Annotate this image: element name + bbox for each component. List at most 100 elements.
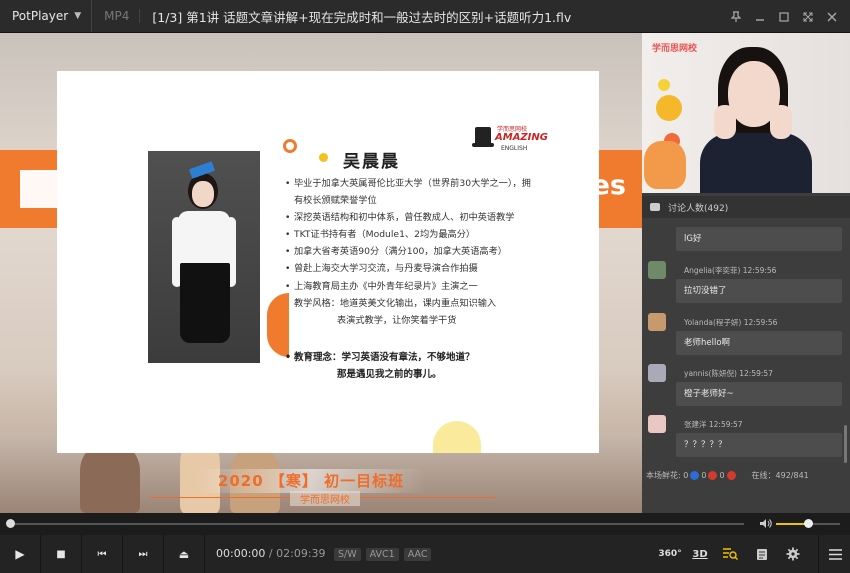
teacher-camera: 学而思网校 — [642, 33, 850, 193]
settings-button[interactable] — [783, 544, 803, 564]
flower-count-3: 0 — [719, 470, 725, 480]
avatar[interactable] — [648, 415, 666, 433]
window-title: [1/3] 第1讲 话题文章讲解+现在完成时和一般过去时的区别+话题听力1.fl… — [152, 9, 572, 25]
blue-flower-icon[interactable] — [690, 470, 700, 480]
current-time: 00:00:00 — [216, 547, 266, 560]
red-flower-icon[interactable] — [708, 470, 718, 480]
fox-sticker — [644, 141, 686, 189]
bio-item: 教学风格：地道英美文化输出，课内重点知识输入 — [285, 295, 585, 312]
volume-handle[interactable] — [804, 519, 813, 528]
message-meta: yannis(陈妍倪) 12:59:57 — [684, 369, 773, 378]
close-icon[interactable] — [820, 5, 844, 29]
bio-item: 有校长颁赋荣誉学位 — [294, 195, 377, 207]
menu-button[interactable] — [826, 544, 844, 564]
previous-button[interactable]: ⏮ — [82, 535, 123, 573]
message-bubble: 橙子老师好~ — [676, 382, 842, 406]
bio-item: 曾赴上海交大学习交流，与丹麦导演合作拍摄 — [285, 260, 585, 277]
chat-count: 讨论人数(492) — [668, 203, 729, 214]
seek-handle[interactable] — [6, 519, 15, 528]
playlist-button[interactable] — [752, 544, 772, 564]
flower-count-1: 0 — [683, 470, 689, 480]
amazing-english-logo: 学而思网校 AMAZING ENGLISH — [472, 121, 548, 155]
bio-item: 加拿大省考英语90分（满分100，加拿大英语高考） — [285, 243, 585, 260]
chat-icon — [650, 203, 660, 211]
message-meta: Yolanda(程子妍) 12:59:56 — [684, 318, 778, 327]
time-display: 00:00:00 / 02:09:39 S/W AVC1 AAC — [216, 547, 432, 561]
app-name: PotPlayer — [12, 9, 69, 23]
minimize-icon[interactable] — [748, 5, 772, 29]
teacher-name: 吴晨晨 — [343, 152, 400, 172]
control-bar: ▶ ■ ⏮ ⏭ ⏏ 00:00:00 / 02:09:39 S/W AVC1 AAC… — [0, 535, 850, 573]
teacher-bio-list: 毕业于加拿大英属哥伦比亚大学（世界前30大学之一），拥有校长颁赋荣誉学位深挖英语… — [285, 175, 585, 329]
gear-icon — [786, 547, 800, 561]
eject-icon: ⏏ — [178, 547, 190, 561]
online-count: 在线：492/841 — [751, 470, 809, 480]
playlist-search-icon — [723, 548, 738, 561]
philosophy-line-2: 那是遇见我之前的事儿。 — [337, 369, 442, 380]
avatar[interactable] — [648, 313, 666, 331]
rose-icon[interactable] — [726, 470, 736, 480]
title-bar: PotPlayer ▼ MP4 [1/3] 第1讲 话题文章讲解+现在完成时和一… — [0, 0, 850, 33]
3d-button[interactable]: 3D — [690, 544, 710, 564]
play-button[interactable]: ▶ — [0, 535, 41, 573]
chat-footer: 本场鲜花: 0 0 0 在线：492/841 — [642, 465, 850, 485]
360-button[interactable]: 360° — [658, 544, 682, 564]
slide: 吴晨晨 学而思网校 AMAZING ENGLISH 毕业于加拿大英属哥伦比亚大学… — [57, 71, 599, 453]
teaching-philosophy: 教育理念：学习英语没有章法，不够地道？ 那是遇见我之前的事儿。 — [285, 349, 475, 383]
app-menu-button[interactable]: PotPlayer ▼ — [0, 0, 93, 32]
bio-item: TKT证书持有者（Module1、2均为最高分） — [285, 226, 585, 243]
video-area[interactable]: es 2020 【寒】 初一目标班 学而思网校 吴晨晨 学而思网校 AMAZIN… — [0, 33, 642, 513]
3d-icon: 3D — [692, 548, 708, 560]
playlist-search-button[interactable] — [720, 544, 740, 564]
bio-item: 深挖英语结构和初中体系，曾任教成人、初中英语教学 — [285, 209, 585, 226]
bio-item: 表演式教学，让你笑着学干货 — [337, 314, 457, 326]
flower-count-2: 0 — [701, 470, 707, 480]
tag-video-codec[interactable]: AVC1 — [365, 548, 399, 561]
message-bubble: ？？？？？ — [676, 433, 842, 457]
message-meta: Angelia(李奕菲) 12:59:56 — [684, 266, 777, 275]
decor-semicircle — [433, 421, 481, 453]
chevron-down-icon: ▼ — [74, 11, 82, 21]
camera-logo: 学而思网校 — [652, 44, 698, 54]
hamburger-icon — [828, 548, 842, 560]
stop-button[interactable]: ■ — [41, 535, 82, 573]
format-label: MP4 — [92, 9, 141, 23]
message-bubble: 拉切没错了 — [676, 279, 842, 303]
message-bubble: lG好 — [676, 227, 842, 251]
previous-icon: ⏮ — [97, 548, 107, 560]
philosophy-line-1: 教育理念：学习英语没有章法，不够地道？ — [285, 349, 475, 366]
bio-item: 毕业于加拿大英属哥伦比亚大学（世界前30大学之一），拥 — [285, 175, 585, 192]
playlist-icon — [757, 548, 767, 560]
bio-item: 上海教育局主办《中外青年纪录片》主演之一 — [285, 278, 585, 295]
fullscreen-icon[interactable] — [796, 5, 820, 29]
total-time: 02:09:39 — [276, 547, 326, 560]
stop-icon: ■ — [56, 548, 66, 560]
decor-half-circle — [267, 293, 289, 357]
live-side-panel: 学而思网校 讨论人数(492) lG好 Angelia(李奕菲) 12:59:56… — [642, 33, 850, 513]
pin-icon[interactable] — [724, 5, 748, 29]
eject-button[interactable]: ⏏ — [164, 535, 205, 573]
course-banner: 2020 【寒】 初一目标班 — [196, 469, 426, 493]
next-icon: ⏭ — [138, 548, 148, 560]
maximize-icon[interactable] — [772, 5, 796, 29]
chat-message: yannis(陈妍倪) 12:59:57 橙子老师好~ — [648, 364, 844, 414]
tag-audio-codec[interactable]: AAC — [403, 548, 432, 561]
next-button[interactable]: ⏭ — [123, 535, 164, 573]
avatar[interactable] — [648, 261, 666, 279]
teacher-photo — [148, 151, 260, 363]
360-icon: 360° — [658, 549, 682, 559]
avatar[interactable] — [648, 364, 666, 382]
chat-list[interactable]: lG好 Angelia(李奕菲) 12:59:56 拉切没错了 Yolanda(程子妍… — [642, 221, 850, 465]
seek-bar[interactable] — [10, 523, 744, 525]
chat-header: 讨论人数(492) — [642, 196, 850, 218]
message-meta: 张建洋 12:59:57 — [684, 420, 743, 429]
decor-ring — [283, 139, 297, 153]
chat-scrollbar[interactable] — [844, 425, 847, 463]
volume-icon[interactable] — [759, 518, 772, 532]
message-bubble: 老师hello啊 — [676, 331, 842, 355]
chat-message: Angelia(李奕菲) 12:59:56 拉切没错了 — [648, 261, 844, 311]
tag-sw[interactable]: S/W — [334, 548, 361, 561]
chat-message: Yolanda(程子妍) 12:59:56 老师hello啊 — [648, 313, 844, 363]
play-icon: ▶ — [15, 547, 25, 561]
banner-brand: 学而思网校 — [290, 491, 360, 506]
